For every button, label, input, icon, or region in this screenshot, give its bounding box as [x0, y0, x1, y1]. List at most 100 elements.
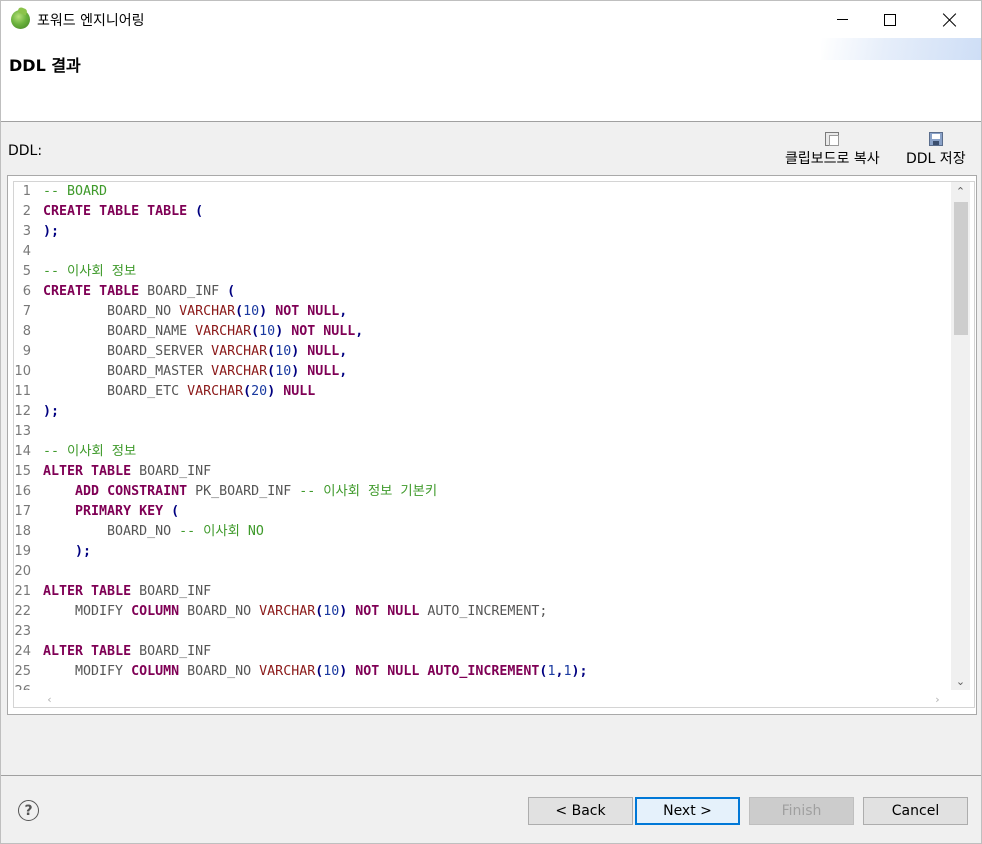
code-text: BOARD_NO VARCHAR(10) NOT NULL, [43, 302, 347, 322]
code-line: 5 -- 이사회 정보 [14, 262, 949, 282]
code-token: 10 [275, 364, 292, 379]
ddl-text-area[interactable]: 1 -- BOARD 2 CREATE TABLE TABLE (3); 4 5 -- 이사… [14, 182, 949, 690]
line-number: 8 [22, 324, 31, 339]
code-token: BOARD_NO [43, 304, 180, 319]
code-text: ); [43, 542, 91, 562]
code-token: -- 이사회 정보 [43, 444, 137, 459]
code-token: ); [43, 404, 60, 419]
code-line: 16 ADD CONSTRAINT PK_BOARD_INF -- 이사회 정보… [14, 482, 949, 502]
code-token: 10 [243, 304, 260, 319]
wizard-footer: ? < Back Next > Finish Cancel [1, 775, 981, 843]
page-title: DDL 결과 [9, 56, 81, 75]
maximize-icon [884, 13, 896, 26]
line-number: 4 [22, 244, 31, 259]
save-ddl-button[interactable]: DDL 저장 [906, 132, 966, 168]
code-token: ALTER [43, 584, 84, 599]
code-token: BOARD_INF [139, 284, 228, 299]
code-token: ( [235, 304, 244, 319]
line-number: 2 [22, 204, 31, 219]
code-token: TABLE [91, 644, 132, 659]
code-token: -- 이사회 정보 기본키 [299, 484, 438, 499]
code-token: TABLE [91, 584, 132, 599]
code-token: ( [171, 504, 180, 519]
clipboard-icon [825, 132, 840, 146]
code-token: , [339, 364, 348, 379]
scroll-up-icon[interactable]: ⌃ [951, 182, 970, 200]
code-token: 10 [275, 344, 292, 359]
code-line: 22 MODIFY COLUMN BOARD_NO VARCHAR(10) NO… [14, 602, 949, 622]
maximize-button[interactable] [867, 1, 913, 38]
help-icon[interactable]: ? [18, 800, 39, 821]
code-token: VARCHAR [259, 664, 316, 679]
vertical-scroll-thumb[interactable] [954, 202, 968, 335]
code-token: NULL [307, 344, 340, 359]
line-number: 26 [14, 682, 31, 690]
code-token: BOARD_INF [131, 584, 212, 599]
code-text: BOARD_MASTER VARCHAR(10) NULL, [43, 362, 347, 382]
code-line: 17 PRIMARY KEY ( [14, 502, 949, 522]
window-title: 포워드 엔지니어링 [37, 13, 145, 29]
ddl-text-area-frame: 1 -- BOARD 2 CREATE TABLE TABLE (3); 4 5 -- 이사… [13, 181, 975, 708]
line-number: 5 [22, 264, 31, 279]
line-number: 1 [22, 184, 31, 199]
code-token: VARCHAR [187, 384, 244, 399]
code-token: BOARD_SERVER [43, 344, 212, 359]
code-token: COLUMN [131, 604, 180, 619]
horizontal-scrollbar[interactable]: ‹ › [14, 690, 951, 707]
code-token: -- BOARD [43, 184, 108, 199]
code-token: BOARD_NO [179, 664, 260, 679]
code-text: BOARD_SERVER VARCHAR(10) NULL, [43, 342, 347, 362]
code-line: 21 ALTER TABLE BOARD_INF [14, 582, 949, 602]
code-token: CONSTRAINT [107, 484, 188, 499]
scroll-right-icon[interactable]: › [928, 690, 947, 707]
code-token: VARCHAR [195, 324, 252, 339]
code-token: BOARD_INF [131, 644, 212, 659]
code-line: 6 CREATE TABLE BOARD_INF ( [14, 282, 949, 302]
title-bar: 포워드 엔지니어링 [1, 1, 981, 38]
code-line: 10 BOARD_MASTER VARCHAR(10) NULL, [14, 362, 949, 382]
code-token: , [339, 304, 348, 319]
code-token: MODIFY [43, 604, 132, 619]
code-token: NULL [283, 384, 316, 399]
app-leaf-icon [11, 10, 30, 29]
code-text: PRIMARY KEY ( [43, 502, 179, 522]
code-token: 20 [251, 384, 268, 399]
code-token: ( [267, 344, 276, 359]
cancel-button[interactable]: Cancel [863, 797, 968, 825]
next-button[interactable]: Next > [635, 797, 740, 825]
line-number: 11 [14, 384, 31, 399]
code-line: 3); [14, 222, 949, 242]
scroll-left-icon[interactable]: ‹ [40, 690, 59, 707]
line-number: 25 [14, 664, 31, 679]
close-button[interactable] [927, 1, 973, 38]
back-button[interactable]: < Back [528, 797, 633, 825]
vertical-scrollbar[interactable]: ⌃ ⌄ [951, 182, 970, 690]
scroll-down-icon[interactable]: ⌄ [951, 672, 970, 690]
line-number: 20 [14, 564, 31, 579]
code-line: 2 CREATE TABLE TABLE ( [14, 202, 949, 222]
code-token: ( [227, 284, 236, 299]
copy-to-clipboard-button[interactable]: 클립보드로 복사 [785, 132, 880, 168]
code-text: ADD CONSTRAINT PK_BOARD_INF -- 이사회 정보 기본… [43, 482, 437, 502]
code-token: , [339, 344, 348, 359]
code-text: MODIFY COLUMN BOARD_NO VARCHAR(10) NOT N… [43, 602, 547, 622]
line-number: 18 [14, 524, 31, 539]
code-line: 4 [14, 242, 949, 262]
code-token: ); [43, 224, 60, 239]
code-token: ( [243, 384, 252, 399]
code-token: 10 [259, 324, 276, 339]
code-token: NOT NULL [355, 664, 420, 679]
code-token: VARCHAR [211, 344, 268, 359]
close-icon [943, 13, 957, 27]
code-token: ( [195, 204, 204, 219]
finish-button[interactable]: Finish [749, 797, 854, 825]
ddl-editor: 1 -- BOARD 2 CREATE TABLE TABLE (3); 4 5 -- 이사… [7, 175, 977, 715]
line-number: 13 [14, 424, 31, 439]
minimize-button[interactable] [819, 1, 865, 38]
code-token: VARCHAR [211, 364, 268, 379]
line-number: 12 [14, 404, 31, 419]
